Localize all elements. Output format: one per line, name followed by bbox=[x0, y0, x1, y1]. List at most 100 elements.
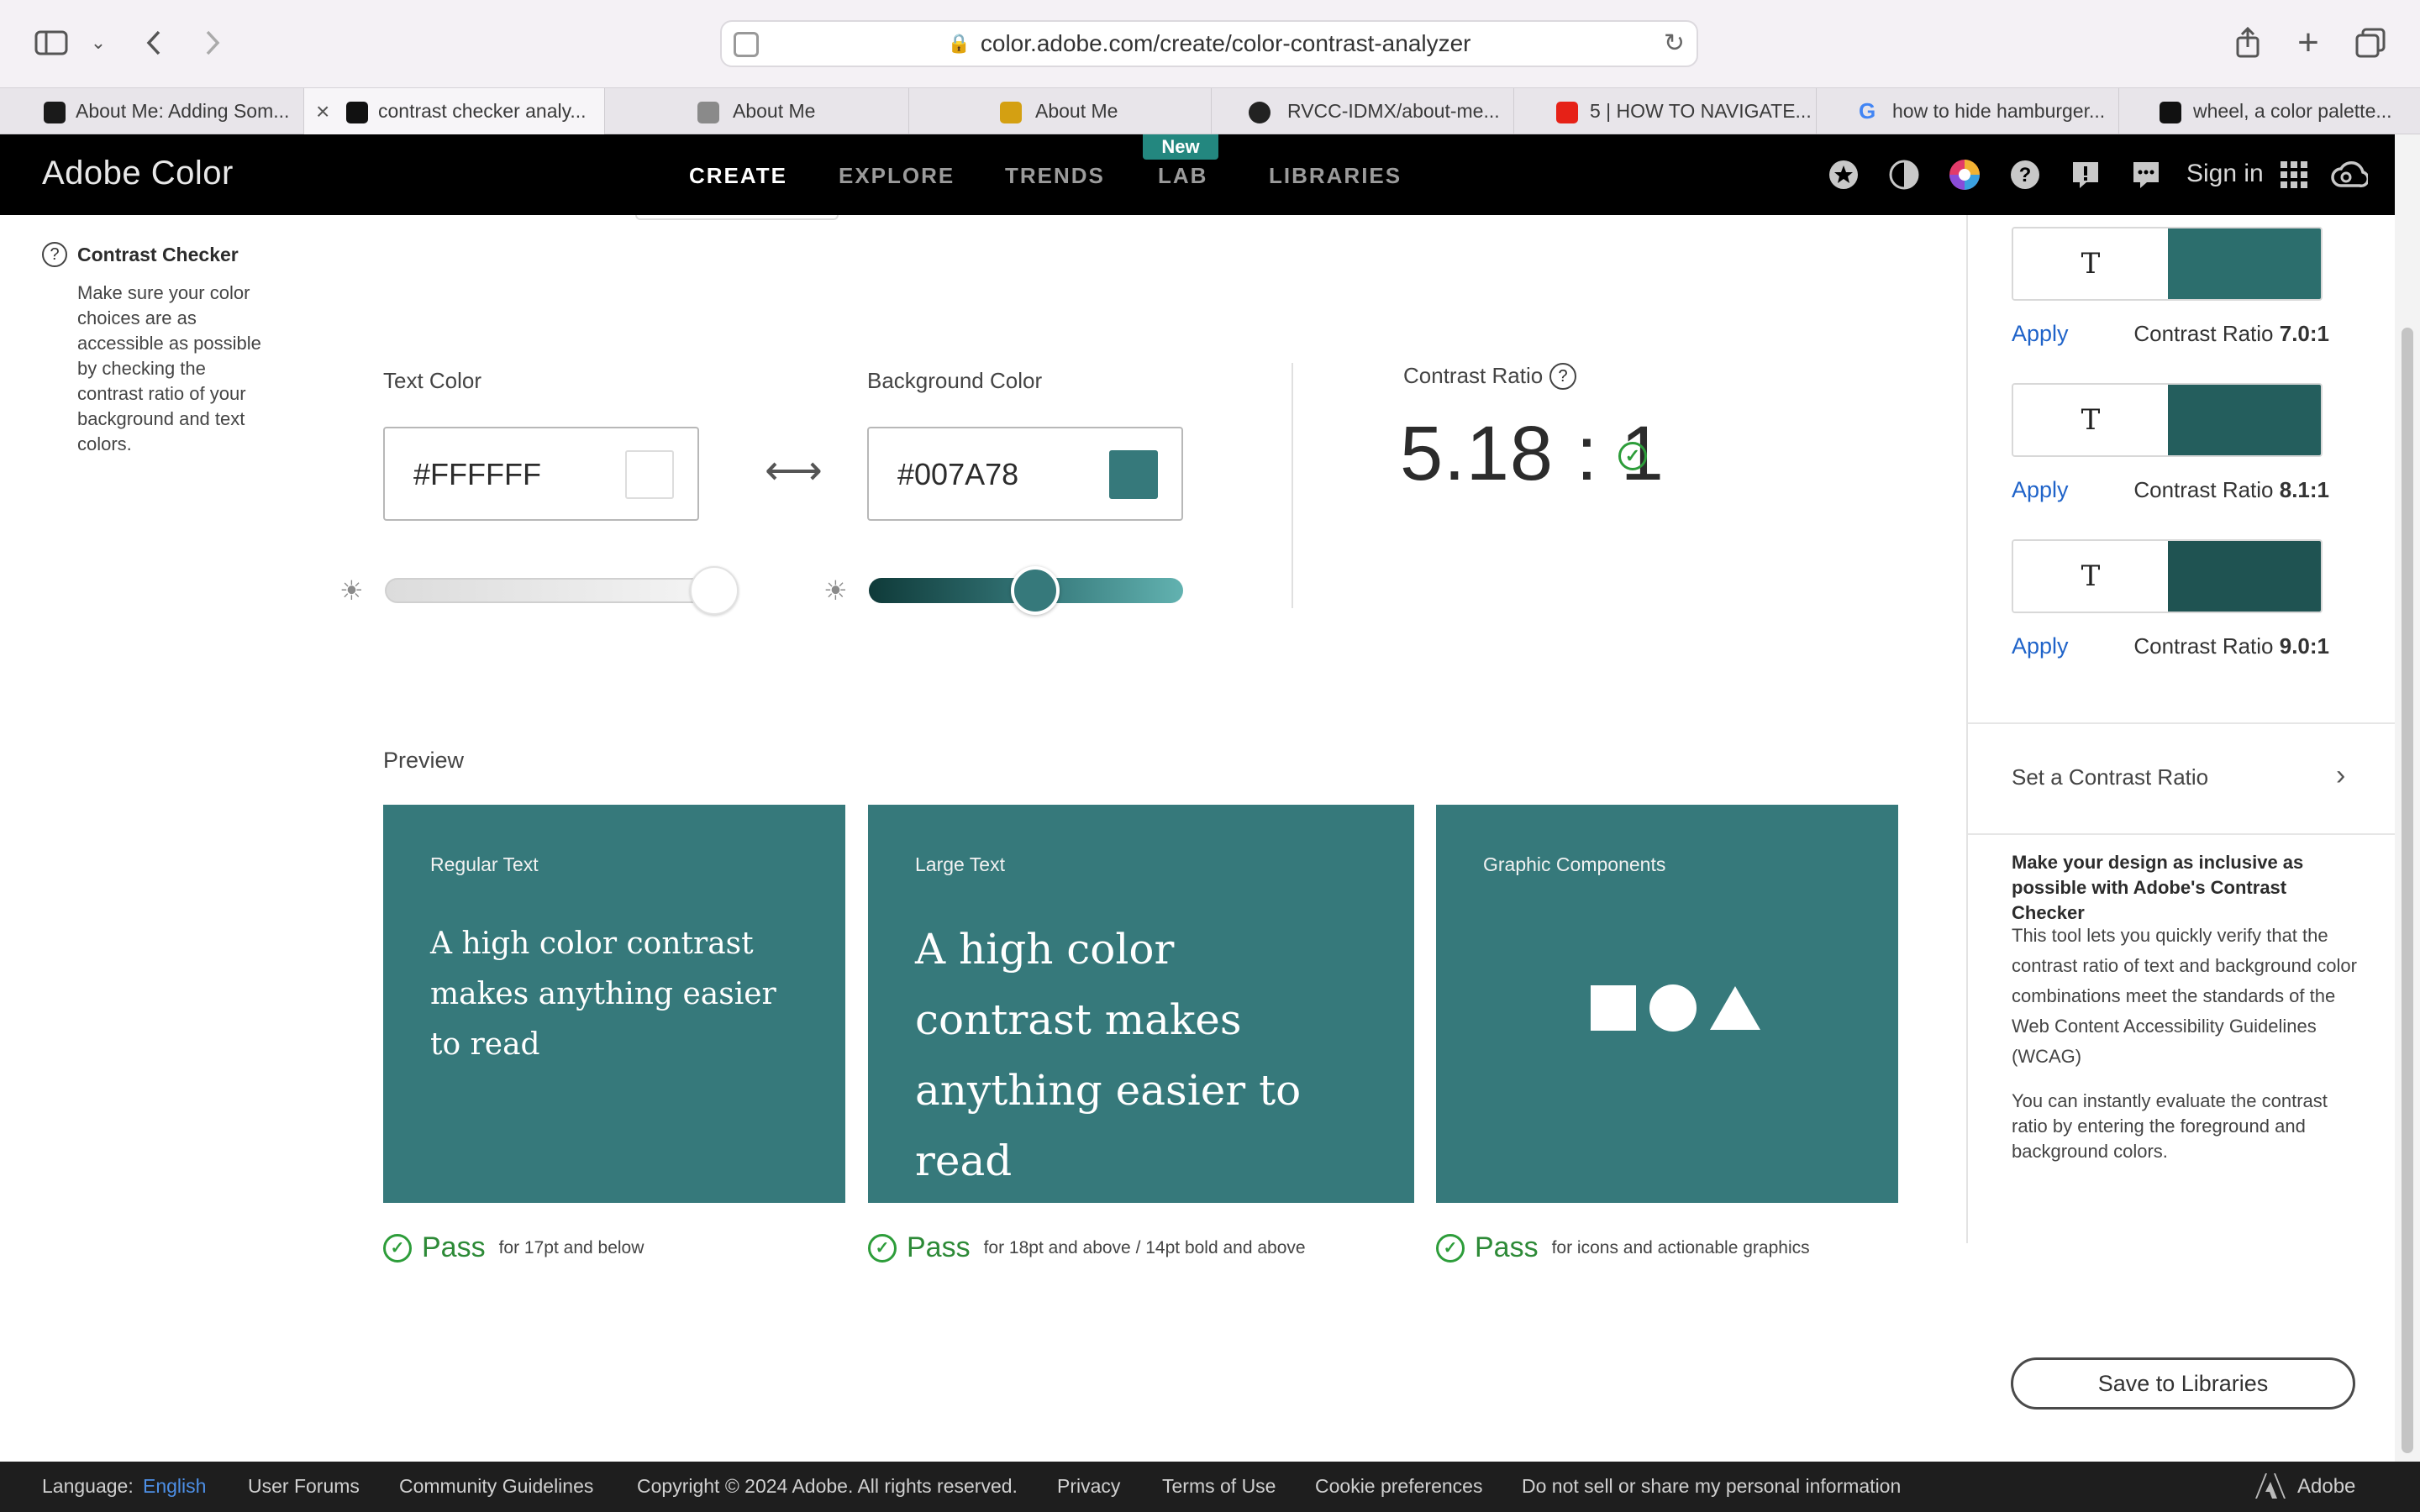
tab-contrast-checker[interactable]: × contrast checker analy... bbox=[304, 88, 605, 135]
suggestions-panel: T Apply Contrast Ratio 7.0:1 T Apply Con… bbox=[1966, 215, 2396, 1243]
back-icon[interactable] bbox=[133, 22, 175, 64]
preview-label: Preview bbox=[383, 748, 465, 773]
creative-cloud-icon[interactable] bbox=[2331, 156, 2368, 193]
address-bar[interactable]: 🔒 color.adobe.com/create/color-contrast-… bbox=[720, 20, 1698, 67]
favicon-icon bbox=[697, 102, 719, 123]
swap-colors-icon[interactable]: ⟷ bbox=[765, 447, 823, 494]
apps-grid-icon[interactable] bbox=[2275, 156, 2312, 193]
tab-overview-icon[interactable] bbox=[2349, 22, 2391, 64]
language-label: Language: bbox=[42, 1475, 134, 1497]
footer-community-guidelines[interactable]: Community Guidelines bbox=[399, 1475, 593, 1498]
lock-icon: 🔒 bbox=[947, 33, 971, 54]
background-color-swatch[interactable] bbox=[1109, 450, 1158, 499]
nav-explore[interactable]: EXPLORE bbox=[839, 163, 955, 189]
save-to-libraries-button[interactable]: Save to Libraries bbox=[2011, 1357, 2355, 1410]
reload-icon[interactable]: ↻ bbox=[1664, 29, 1685, 58]
close-icon[interactable]: × bbox=[316, 98, 329, 125]
background-color-input[interactable]: #007A78 bbox=[867, 427, 1183, 521]
sign-in-link[interactable]: Sign in bbox=[2186, 160, 2264, 188]
card-title: Large Text bbox=[915, 853, 1005, 875]
help-icon[interactable]: ? bbox=[2007, 156, 2044, 193]
tab-github-rvcc[interactable]: RVCC-IDMX/about-me... bbox=[1212, 88, 1514, 135]
question-icon[interactable]: ? bbox=[1549, 363, 1576, 390]
footer-cookie-preferences[interactable]: Cookie preferences bbox=[1315, 1475, 1482, 1498]
forward-icon[interactable] bbox=[192, 22, 234, 64]
color-wheel-icon[interactable] bbox=[1946, 156, 1983, 193]
apply-button-2[interactable]: Apply bbox=[2012, 477, 2069, 503]
dark-mode-icon[interactable] bbox=[1886, 156, 1923, 193]
footer-copyright: Copyright © 2024 Adobe. All rights reser… bbox=[637, 1475, 1018, 1497]
tab-google[interactable]: G how to hide hamburger... bbox=[1817, 88, 2119, 135]
adobe-color-favicon-icon bbox=[2160, 102, 2181, 123]
large-text-result: ✓ Pass for 18pt and above / 14pt bold an… bbox=[868, 1231, 1306, 1264]
text-brightness-handle[interactable] bbox=[690, 566, 739, 615]
text-color-input[interactable]: #FFFFFF bbox=[383, 427, 699, 521]
regular-text-result: ✓ Pass for 17pt and below bbox=[383, 1231, 644, 1264]
preview-card-regular: Regular Text A high color contrast makes… bbox=[383, 805, 845, 1203]
contrast-checker-title: Contrast Checker bbox=[77, 244, 239, 265]
footer-user-forums[interactable]: User Forums bbox=[248, 1475, 360, 1498]
scrollbar-thumb[interactable] bbox=[2402, 328, 2413, 1453]
footer-privacy[interactable]: Privacy bbox=[1057, 1475, 1120, 1498]
preview-card-graphics: Graphic Components bbox=[1436, 805, 1898, 1203]
inclusive-heading: Make your design as inclusive as possibl… bbox=[2012, 852, 2304, 923]
site-settings-icon[interactable] bbox=[734, 32, 759, 57]
circle-shape-icon bbox=[1649, 984, 1697, 1032]
square-shape-icon bbox=[1591, 985, 1636, 1031]
text-color-swatch[interactable] bbox=[625, 450, 674, 499]
tab-about-me-2[interactable]: About Me bbox=[909, 88, 1212, 135]
tab-color-wheel[interactable]: wheel, a color palette... bbox=[2119, 88, 2420, 135]
check-circle-icon: ✓ bbox=[1618, 442, 1647, 470]
cut-off-control bbox=[635, 215, 839, 220]
divider bbox=[1292, 363, 1293, 608]
tab-about-me-1[interactable]: About Me bbox=[605, 88, 909, 135]
footer: Language: English User Forums Community … bbox=[0, 1462, 2420, 1512]
sidebar-toggle-icon[interactable] bbox=[30, 22, 72, 64]
browser-toolbar: ⌄ 🔒 color.adobe.com/create/color-contras… bbox=[0, 0, 2420, 87]
feedback-icon[interactable] bbox=[2128, 156, 2165, 193]
apply-button-1[interactable]: Apply bbox=[2012, 321, 2069, 347]
nav-trends[interactable]: TRENDS bbox=[1005, 163, 1105, 189]
suggestion-swatch-2[interactable]: T bbox=[2012, 383, 2323, 457]
alert-icon[interactable] bbox=[2067, 156, 2104, 193]
info-paragraph-1: This tool lets you quickly verify that t… bbox=[2012, 925, 2357, 1067]
nav-create[interactable]: CREATE bbox=[689, 163, 787, 189]
favicon-icon bbox=[1000, 102, 1022, 123]
set-contrast-ratio-link[interactable]: Set a Contrast Ratio bbox=[2012, 764, 2208, 790]
brightness-icon: ☀ bbox=[339, 575, 364, 606]
text-brightness-slider[interactable] bbox=[385, 578, 714, 603]
contrast-ratio-label: Contrast Ratio bbox=[1403, 363, 1544, 388]
text-color-label: Text Color bbox=[383, 368, 482, 393]
language-selector[interactable]: English bbox=[143, 1475, 206, 1498]
favicon-icon bbox=[44, 102, 66, 123]
brand-logo[interactable]: Adobe Color bbox=[42, 155, 234, 192]
graphics-result: ✓ Pass for icons and actionable graphics bbox=[1436, 1231, 1810, 1264]
tab-about-me-adding[interactable]: About Me: Adding Som... bbox=[0, 88, 304, 135]
check-circle-icon: ✓ bbox=[1436, 1233, 1465, 1263]
triangle-shape-icon bbox=[1710, 986, 1760, 1030]
background-brightness-handle[interactable] bbox=[1011, 566, 1060, 615]
question-icon[interactable]: ? bbox=[42, 242, 67, 267]
adobe-wordmark[interactable]: Adobe bbox=[2297, 1475, 2355, 1499]
brightness-icon: ☀ bbox=[823, 575, 848, 606]
suggestion-swatch-1[interactable]: T bbox=[2012, 227, 2323, 301]
apply-button-3[interactable]: Apply bbox=[2012, 633, 2069, 659]
chevron-down-icon[interactable]: ⌄ bbox=[77, 22, 119, 64]
share-icon[interactable] bbox=[2227, 22, 2269, 64]
nav-libraries[interactable]: LIBRARIES bbox=[1269, 163, 1402, 189]
divider bbox=[1968, 833, 2396, 835]
large-text-sample: A high color contrast makes anything eas… bbox=[915, 925, 1302, 1185]
background-color-hex[interactable]: #007A78 bbox=[897, 457, 1018, 492]
suggestion-swatch-3[interactable]: T bbox=[2012, 539, 2323, 613]
chevron-right-icon[interactable]: › bbox=[2336, 759, 2345, 792]
text-color-hex[interactable]: #FFFFFF bbox=[413, 457, 541, 492]
footer-terms[interactable]: Terms of Use bbox=[1162, 1475, 1276, 1498]
check-circle-icon: ✓ bbox=[383, 1233, 412, 1263]
favorites-icon[interactable] bbox=[1825, 156, 1862, 193]
tab-youtube[interactable]: 5 | HOW TO NAVIGATE... bbox=[1514, 88, 1817, 135]
footer-do-not-sell[interactable]: Do not sell or share my personal informa… bbox=[1522, 1475, 1901, 1498]
nav-lab[interactable]: LAB bbox=[1158, 163, 1207, 189]
new-tab-icon[interactable]: + bbox=[2287, 22, 2329, 64]
preview-card-large: Large Text A high color contrast makes a… bbox=[868, 805, 1414, 1203]
adobe-logo-icon[interactable] bbox=[2255, 1473, 2286, 1505]
